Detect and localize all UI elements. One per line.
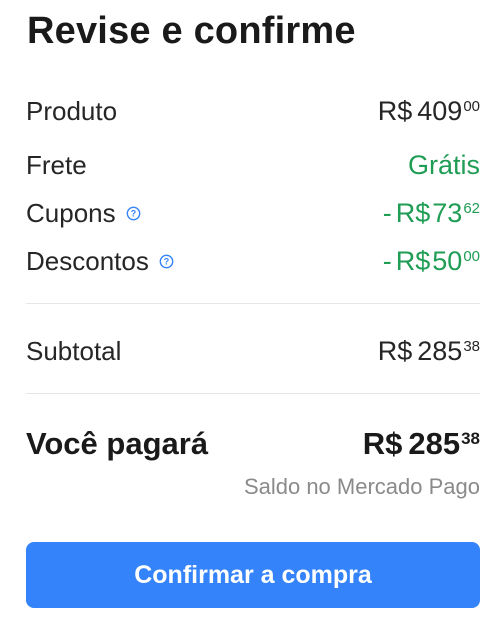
product-price: R$ 409 00 — [378, 96, 480, 127]
total-value: R$ 285 38 — [363, 426, 480, 462]
question-circle-icon[interactable]: ? — [126, 206, 141, 221]
row-produto: Produto R$ 409 00 — [26, 96, 480, 127]
coupon-discount: - R$ 73 62 — [383, 198, 480, 229]
row-descontos: Descontos ? - R$ 50 00 — [26, 246, 480, 277]
divider — [26, 393, 480, 394]
row-label: Descontos — [26, 246, 149, 276]
row-label-wrap: Descontos ? — [26, 246, 174, 277]
row-total: Você pagará R$ 285 38 — [26, 426, 480, 462]
row-label-wrap: Cupons ? — [26, 198, 141, 229]
subtotal-value: R$ 285 38 — [378, 336, 480, 367]
svg-text:?: ? — [130, 209, 135, 219]
payment-method-note: Saldo no Mercado Pago — [243, 474, 480, 499]
shipping-value: Grátis — [407, 150, 480, 180]
row-subtotal: Subtotal R$ 285 38 — [26, 336, 480, 367]
row-label: Produto — [26, 96, 118, 126]
row-cupons: Cupons ? - R$ 73 62 — [26, 198, 480, 229]
divider — [26, 303, 480, 304]
page-title: Revise e confirme — [27, 10, 356, 52]
confirm-purchase-button[interactable]: Confirmar a compra — [26, 542, 480, 608]
price-integer: 285 — [417, 336, 463, 366]
minus-sign: - — [382, 246, 392, 276]
price-cents: 38 — [463, 338, 480, 355]
price-cents: 38 — [461, 429, 480, 448]
price-integer: 50 — [432, 246, 463, 276]
svg-text:?: ? — [164, 257, 169, 267]
price-integer: 73 — [432, 198, 463, 228]
row-label: Frete — [26, 150, 87, 180]
subtotal-label: Subtotal — [26, 336, 122, 366]
question-circle-icon[interactable]: ? — [159, 254, 174, 269]
row-frete: Frete Grátis — [26, 150, 480, 181]
total-label: Você pagará — [26, 426, 209, 461]
row-label: Cupons — [26, 198, 116, 228]
price-integer: 409 — [417, 96, 463, 126]
currency-symbol: R$ — [377, 96, 413, 126]
currency-symbol: R$ — [395, 198, 431, 228]
price-integer: 285 — [408, 426, 461, 461]
price-cents: 62 — [463, 200, 480, 217]
minus-sign: - — [382, 198, 392, 228]
discount-value: - R$ 50 00 — [383, 246, 480, 277]
currency-symbol: R$ — [377, 336, 413, 366]
currency-symbol: R$ — [362, 426, 403, 461]
price-cents: 00 — [463, 98, 480, 115]
price-cents: 00 — [463, 248, 480, 265]
currency-symbol: R$ — [395, 246, 431, 276]
